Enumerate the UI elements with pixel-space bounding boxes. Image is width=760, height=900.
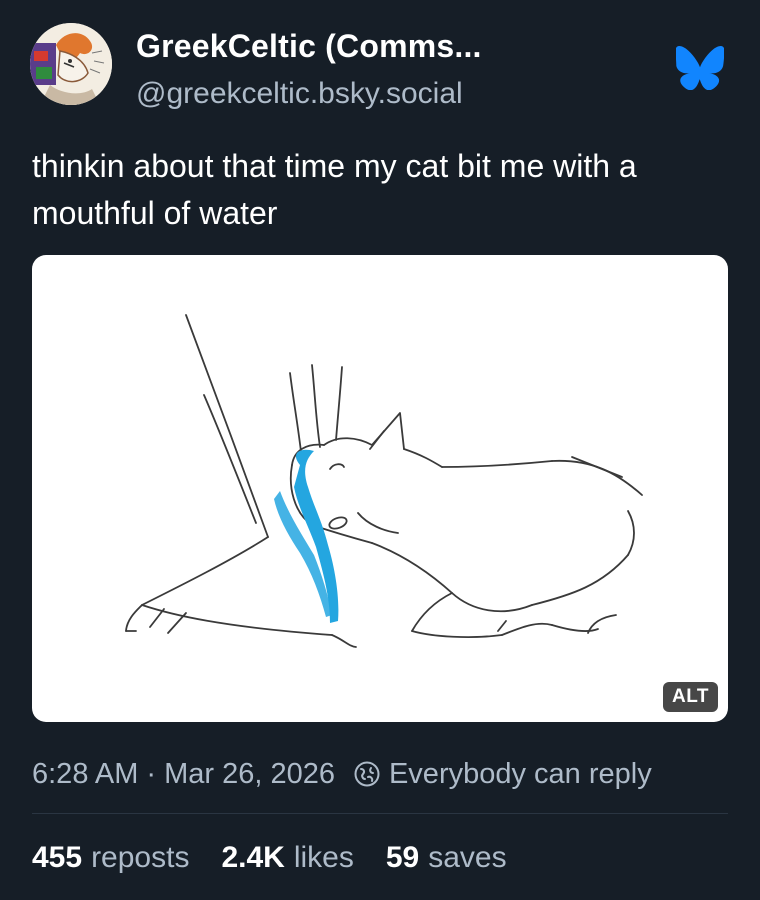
post-date: Mar 26, 2026 <box>164 757 335 790</box>
post-time: 6:28 AM <box>32 757 139 790</box>
reply-setting[interactable]: Everybody can reply <box>389 758 652 791</box>
post-image[interactable]: ALT <box>32 255 728 722</box>
avatar-illustration-icon <box>30 23 112 105</box>
author-display-name[interactable]: GreekCeltic (Comms... <box>136 28 482 65</box>
likes-label: likes <box>293 841 354 874</box>
saves-stat[interactable]: 59 saves <box>386 841 507 875</box>
saves-label: saves <box>428 841 507 874</box>
reposts-label: reposts <box>91 841 190 874</box>
post-stats: 455 reposts 2.4K likes 59 saves <box>32 838 539 878</box>
reposts-stat[interactable]: 455 reposts <box>32 841 189 875</box>
bluesky-butterfly-icon[interactable] <box>675 46 725 91</box>
cat-drawing <box>125 314 643 648</box>
author-handle[interactable]: @greekceltic.bsky.social <box>136 77 463 111</box>
post-meta: 6:28 AM · Mar 26, 2026 Everybody can rep… <box>32 754 652 794</box>
avatar[interactable] <box>30 23 112 105</box>
likes-count: 2.4K <box>221 841 285 874</box>
alt-badge[interactable]: ALT <box>662 682 718 712</box>
divider <box>32 813 728 814</box>
post: GreekCeltic (Comms... @greekceltic.bsky.… <box>0 0 760 900</box>
reposts-count: 455 <box>32 841 83 874</box>
saves-count: 59 <box>385 841 420 874</box>
likes-stat[interactable]: 2.4K likes <box>221 841 353 875</box>
globe-icon <box>354 761 380 787</box>
post-text: thinkin about that time my cat bit me wi… <box>32 148 637 231</box>
meta-separator: · <box>146 757 157 790</box>
